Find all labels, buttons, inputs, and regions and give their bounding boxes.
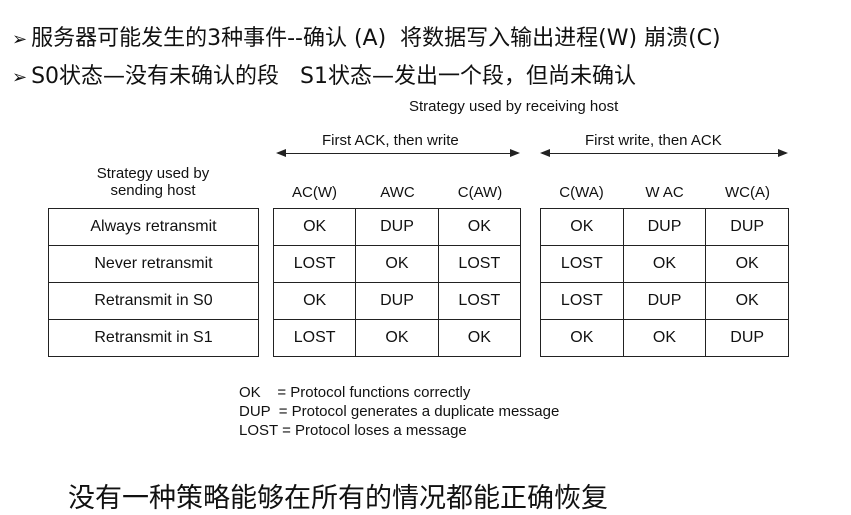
table-row: OK DUP DUP (540, 208, 789, 246)
column-header: AWC (380, 184, 415, 201)
bullet-text: 服务器可能发生的3种事件--确认 (A) 将数据写入输出进程(W) 崩溃(C) (31, 26, 721, 51)
column-header: AC(W) (292, 184, 337, 201)
outcome-cell: DUP (355, 282, 439, 320)
table-row: LOST OK LOST (272, 245, 522, 283)
conclusion-text: 没有一种策略能够在所有的情况都能正确恢复 (68, 483, 608, 514)
group1-label: First ACK, then write (322, 132, 459, 149)
strategy-cell: Retransmit in S1 (48, 319, 259, 357)
group1-span-arrow (276, 149, 520, 157)
table-row: Always retransmit (48, 208, 259, 246)
bullet-states: ➢ S0状态—没有未确认的段 S1状态—发出一个段，但尚未确认 (12, 58, 636, 90)
outcome-cell: OK (272, 208, 357, 246)
outcome-cell: OK (355, 245, 439, 283)
outcome-cell: LOST (540, 245, 624, 283)
legend-lost: LOST = Protocol loses a message (239, 422, 467, 439)
outcome-cell: LOST (272, 245, 357, 283)
outcome-cell: OK (622, 319, 707, 357)
legend-ok: OK = Protocol functions correctly (239, 384, 471, 401)
outcome-cell: OK (355, 319, 439, 357)
receiving-host-title: Strategy used by receiving host (409, 98, 619, 115)
outcome-cell: LOST (437, 282, 522, 320)
outcome-cell: OK (437, 319, 522, 357)
outcome-cell: OK (540, 319, 624, 357)
table-row: Never retransmit (48, 245, 259, 283)
table-row: LOST DUP OK (540, 282, 789, 320)
outcome-cell: DUP (705, 208, 789, 246)
table-row: LOST OK OK (540, 245, 789, 283)
column-header: WC(A) (725, 184, 770, 201)
column-header: W AC (645, 184, 684, 201)
outcome-cell: DUP (622, 208, 707, 246)
sending-strategy-table: Always retransmit Never retransmit Retrans… (48, 208, 259, 357)
table-row: OK DUP OK (272, 208, 522, 246)
outcome-cell: OK (705, 245, 789, 283)
table-row: OK OK DUP (540, 319, 789, 357)
column-header: C(WA) (559, 184, 604, 201)
sending-host-header: Strategy used by sending host (48, 165, 258, 199)
outcome-cell: DUP (622, 282, 707, 320)
ack-then-write-table: OK DUP OK LOST OK LOST OK DUP LOST LOST OK OK (272, 208, 522, 357)
bullet-marker-icon: ➢ (12, 29, 28, 50)
bullet-marker-icon: ➢ (12, 67, 28, 88)
table-row: Retransmit in S0 (48, 282, 259, 320)
outcome-cell: OK (437, 208, 522, 246)
outcome-cell: LOST (272, 319, 357, 357)
legend-dup: DUP = Protocol generates a duplicate mes… (239, 403, 560, 420)
bullet-server-events: ➢ 服务器可能发生的3种事件--确认 (A) 将数据写入输出进程(W) 崩溃(C) (12, 20, 721, 52)
group2-span-arrow (540, 149, 788, 157)
write-then-ack-table: OK DUP DUP LOST OK OK LOST DUP OK OK OK DUP (540, 208, 789, 357)
table-row: Retransmit in S1 (48, 319, 259, 357)
outcome-cell: OK (540, 208, 624, 246)
group2-label: First write, then ACK (585, 132, 722, 149)
outcome-cell: LOST (437, 245, 522, 283)
outcome-cell: OK (622, 245, 707, 283)
table-row: OK DUP LOST (272, 282, 522, 320)
outcome-cell: OK (272, 282, 357, 320)
column-header: C(AW) (457, 184, 503, 201)
strategy-cell: Never retransmit (48, 245, 259, 283)
sending-host-header-line2: sending host (110, 182, 196, 199)
strategy-cell: Retransmit in S0 (48, 282, 259, 320)
outcome-cell: DUP (355, 208, 439, 246)
outcome-cell: DUP (705, 319, 789, 357)
table-row: LOST OK OK (272, 319, 522, 357)
bullet-text: S0状态—没有未确认的段 S1状态—发出一个段，但尚未确认 (31, 64, 636, 89)
outcome-cell: OK (705, 282, 789, 320)
strategy-cell: Always retransmit (48, 208, 259, 246)
outcome-cell: LOST (540, 282, 624, 320)
sending-host-header-line1: Strategy used by (96, 165, 210, 182)
